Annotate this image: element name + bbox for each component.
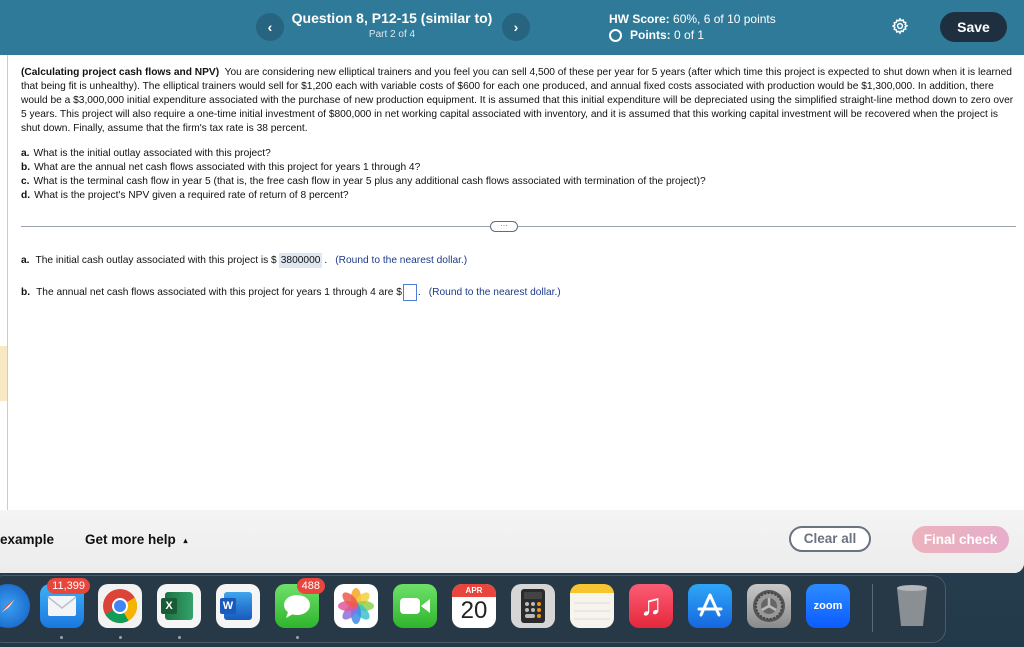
trash-icon[interactable] — [890, 584, 934, 628]
rounding-hint: (Round to the nearest dollar.) — [335, 255, 468, 266]
question-text: What is the initial outlay associated wi… — [33, 148, 271, 159]
calculator-keypad-icon — [521, 589, 545, 623]
notes-icon[interactable] — [570, 584, 614, 628]
excel-sheet-icon: X — [161, 592, 193, 620]
messages-icon[interactable]: 488 — [275, 578, 325, 628]
music-icon[interactable]: ♫ — [629, 584, 673, 628]
running-indicator — [178, 636, 181, 639]
final-check-button[interactable]: Final check — [912, 526, 1009, 553]
question-item: b. What are the annual net cash flows ass… — [21, 161, 1016, 175]
question-text: What is the project's NPV given a requir… — [34, 190, 349, 201]
mail-icon[interactable]: 11,399 — [40, 578, 90, 628]
word-glyph: W — [220, 598, 236, 614]
content-left-border — [7, 55, 8, 510]
chevron-left-icon: ‹ — [267, 19, 273, 35]
facetime-icon[interactable] — [393, 584, 437, 628]
answer-suffix: . — [324, 255, 328, 266]
zoom-icon[interactable]: zoom — [806, 584, 850, 628]
question-item: a. What is the initial outlay associated … — [21, 147, 1016, 161]
question-letter: a. — [21, 148, 30, 159]
running-indicator — [119, 636, 122, 639]
question-letter: c. — [21, 176, 30, 187]
problem-heading: (Calculating project cash flows and NPV) — [21, 67, 220, 78]
question-text: What is the terminal cash flow in year 5… — [33, 176, 706, 187]
compass-needle-icon — [1, 599, 15, 613]
app-store-a-icon — [697, 593, 723, 617]
trash-can-icon — [897, 585, 927, 626]
question-header: ‹ Question 8, P12-15 (similar to) Part 2… — [0, 0, 1024, 55]
calendar-icon[interactable]: APR 20 — [452, 584, 496, 628]
system-gear-icon — [753, 590, 785, 622]
answer-text: The initial cash outlay associated with … — [35, 255, 277, 266]
rounding-hint: (Round to the nearest dollar.) — [428, 287, 561, 298]
answer-b: b. The annual net cash flows associated … — [21, 284, 561, 301]
save-button[interactable]: Save — [940, 12, 1007, 42]
question-letter: d. — [21, 190, 31, 201]
music-note-glyph: ♫ — [639, 589, 663, 622]
speech-bubble-icon — [284, 595, 310, 618]
notes-lines-icon — [574, 602, 610, 620]
system-preferences-icon[interactable] — [747, 584, 791, 628]
homework-window: ‹ Question 8, P12-15 (similar to) Part 2… — [0, 0, 1024, 573]
next-question-button[interactable]: › — [502, 13, 530, 41]
excel-icon[interactable]: X — [157, 584, 201, 628]
question-title: Question 8, P12-15 (similar to) — [291, 10, 493, 26]
answer-letter: b. — [21, 287, 31, 298]
points-label: Points: — [630, 28, 671, 42]
envelope-icon — [47, 596, 77, 616]
hw-score-value: 60%, 6 of 10 points — [673, 12, 776, 26]
question-list: a. What is the initial outlay associated … — [21, 147, 1016, 203]
previous-question-button[interactable]: ‹ — [256, 13, 284, 41]
points-status-circle-icon — [609, 28, 622, 42]
answer-text: The annual net cash flows associated wit… — [36, 287, 402, 298]
gear-icon[interactable] — [891, 17, 909, 35]
photos-icon[interactable] — [334, 584, 378, 628]
caret-up-icon: ▴ — [183, 535, 188, 545]
chrome-logo-icon — [103, 589, 137, 623]
question-item: c. What is the terminal cash flow in year… — [21, 175, 1016, 189]
view-example-link[interactable]: example — [0, 532, 54, 547]
expand-more-button[interactable]: ··· — [490, 221, 518, 232]
chrome-icon[interactable] — [98, 584, 142, 628]
points: Points: 0 of 1 — [609, 28, 704, 42]
answer-letter: a. — [21, 255, 30, 266]
clear-all-button[interactable]: Clear all — [789, 526, 871, 552]
word-icon[interactable]: W — [216, 584, 260, 628]
section-divider — [21, 226, 1016, 227]
hw-score: HW Score: 60%, 6 of 10 points — [609, 12, 776, 26]
answer-suffix: . — [417, 287, 421, 298]
app-store-icon[interactable] — [688, 584, 732, 628]
excel-glyph: X — [161, 598, 177, 614]
calendar-day: 20 — [460, 597, 488, 624]
hw-score-label: HW Score: — [609, 12, 670, 26]
photos-flower-icon — [338, 588, 374, 624]
footer-bar: example Get more help ▴ Clear all Final … — [0, 510, 1024, 573]
messages-badge: 488 — [296, 578, 325, 594]
get-more-help-button[interactable]: Get more help ▴ — [85, 532, 188, 547]
question-letter: b. — [21, 162, 31, 173]
zoom-wordmark: zoom — [813, 600, 843, 612]
answer-a-value[interactable]: 3800000 — [278, 253, 323, 268]
dock-separator — [872, 584, 873, 632]
get-more-help-label: Get more help — [85, 532, 176, 547]
question-text: What are the annual net cash flows assoc… — [34, 162, 421, 173]
running-indicator — [60, 636, 63, 639]
running-indicator — [296, 636, 299, 639]
side-marker — [0, 346, 7, 401]
calendar-month: APR — [452, 584, 496, 597]
question-part: Part 2 of 4 — [368, 29, 416, 40]
calculator-icon[interactable] — [511, 584, 555, 628]
video-camera-icon — [400, 598, 430, 614]
answer-b-input[interactable] — [402, 284, 417, 301]
points-value: 0 of 1 — [674, 28, 705, 42]
chevron-right-icon: › — [513, 19, 519, 35]
answer-a: a. The initial cash outlay associated wi… — [21, 253, 467, 268]
problem-statement: (Calculating project cash flows and NPV)… — [21, 66, 1016, 136]
word-doc-icon: W — [220, 592, 252, 620]
mail-badge: 11,399 — [47, 578, 90, 594]
question-item: d. What is the project's NPV given a requ… — [21, 189, 1016, 203]
